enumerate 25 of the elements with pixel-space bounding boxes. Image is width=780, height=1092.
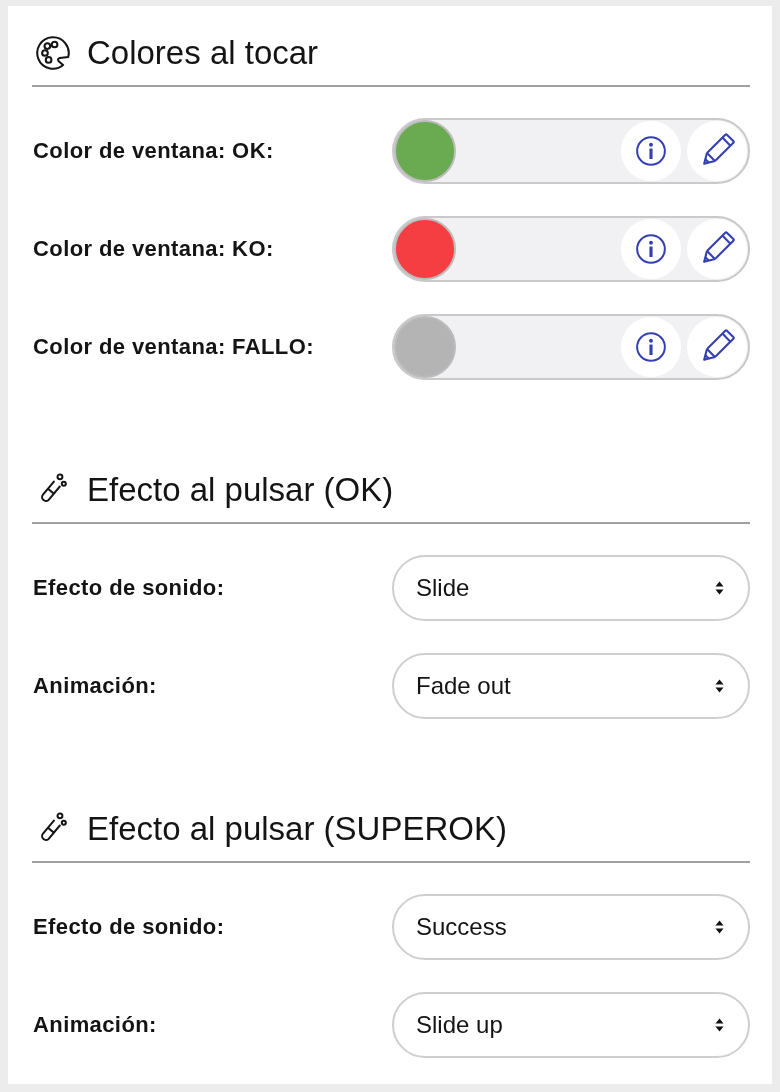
field-label: Color de ventana: FALLO:	[32, 334, 314, 360]
field-label: Animación:	[32, 673, 157, 699]
select-field[interactable]: Slide	[392, 555, 750, 621]
sort-arrows-icon	[715, 679, 724, 693]
sort-arrows-icon	[715, 581, 724, 595]
sort-arrows-icon	[715, 1018, 724, 1032]
section-title: Colores al tocar	[87, 33, 319, 73]
info-icon	[636, 332, 666, 362]
sort-arrows-icon	[715, 920, 724, 934]
field-label: Color de ventana: OK:	[32, 138, 274, 164]
info-icon	[636, 136, 666, 166]
edit-button[interactable]	[687, 121, 747, 181]
edit-button[interactable]	[687, 317, 747, 377]
info-icon	[636, 234, 666, 264]
select-field[interactable]: Success	[392, 894, 750, 960]
section-title: Efecto al pulsar (OK)	[87, 470, 394, 510]
section-title: Efecto al pulsar (SUPEROK)	[87, 809, 507, 849]
edit-button[interactable]	[687, 219, 747, 279]
field-label: Color de ventana: KO:	[32, 236, 274, 262]
field-label: Animación:	[32, 1012, 157, 1038]
select-field[interactable]: Slide up	[392, 992, 750, 1058]
palette-icon	[36, 36, 70, 70]
select-field[interactable]: Fade out	[392, 653, 750, 719]
field-label: Efecto de sonido:	[32, 914, 225, 940]
field-label: Efecto de sonido:	[32, 575, 225, 601]
